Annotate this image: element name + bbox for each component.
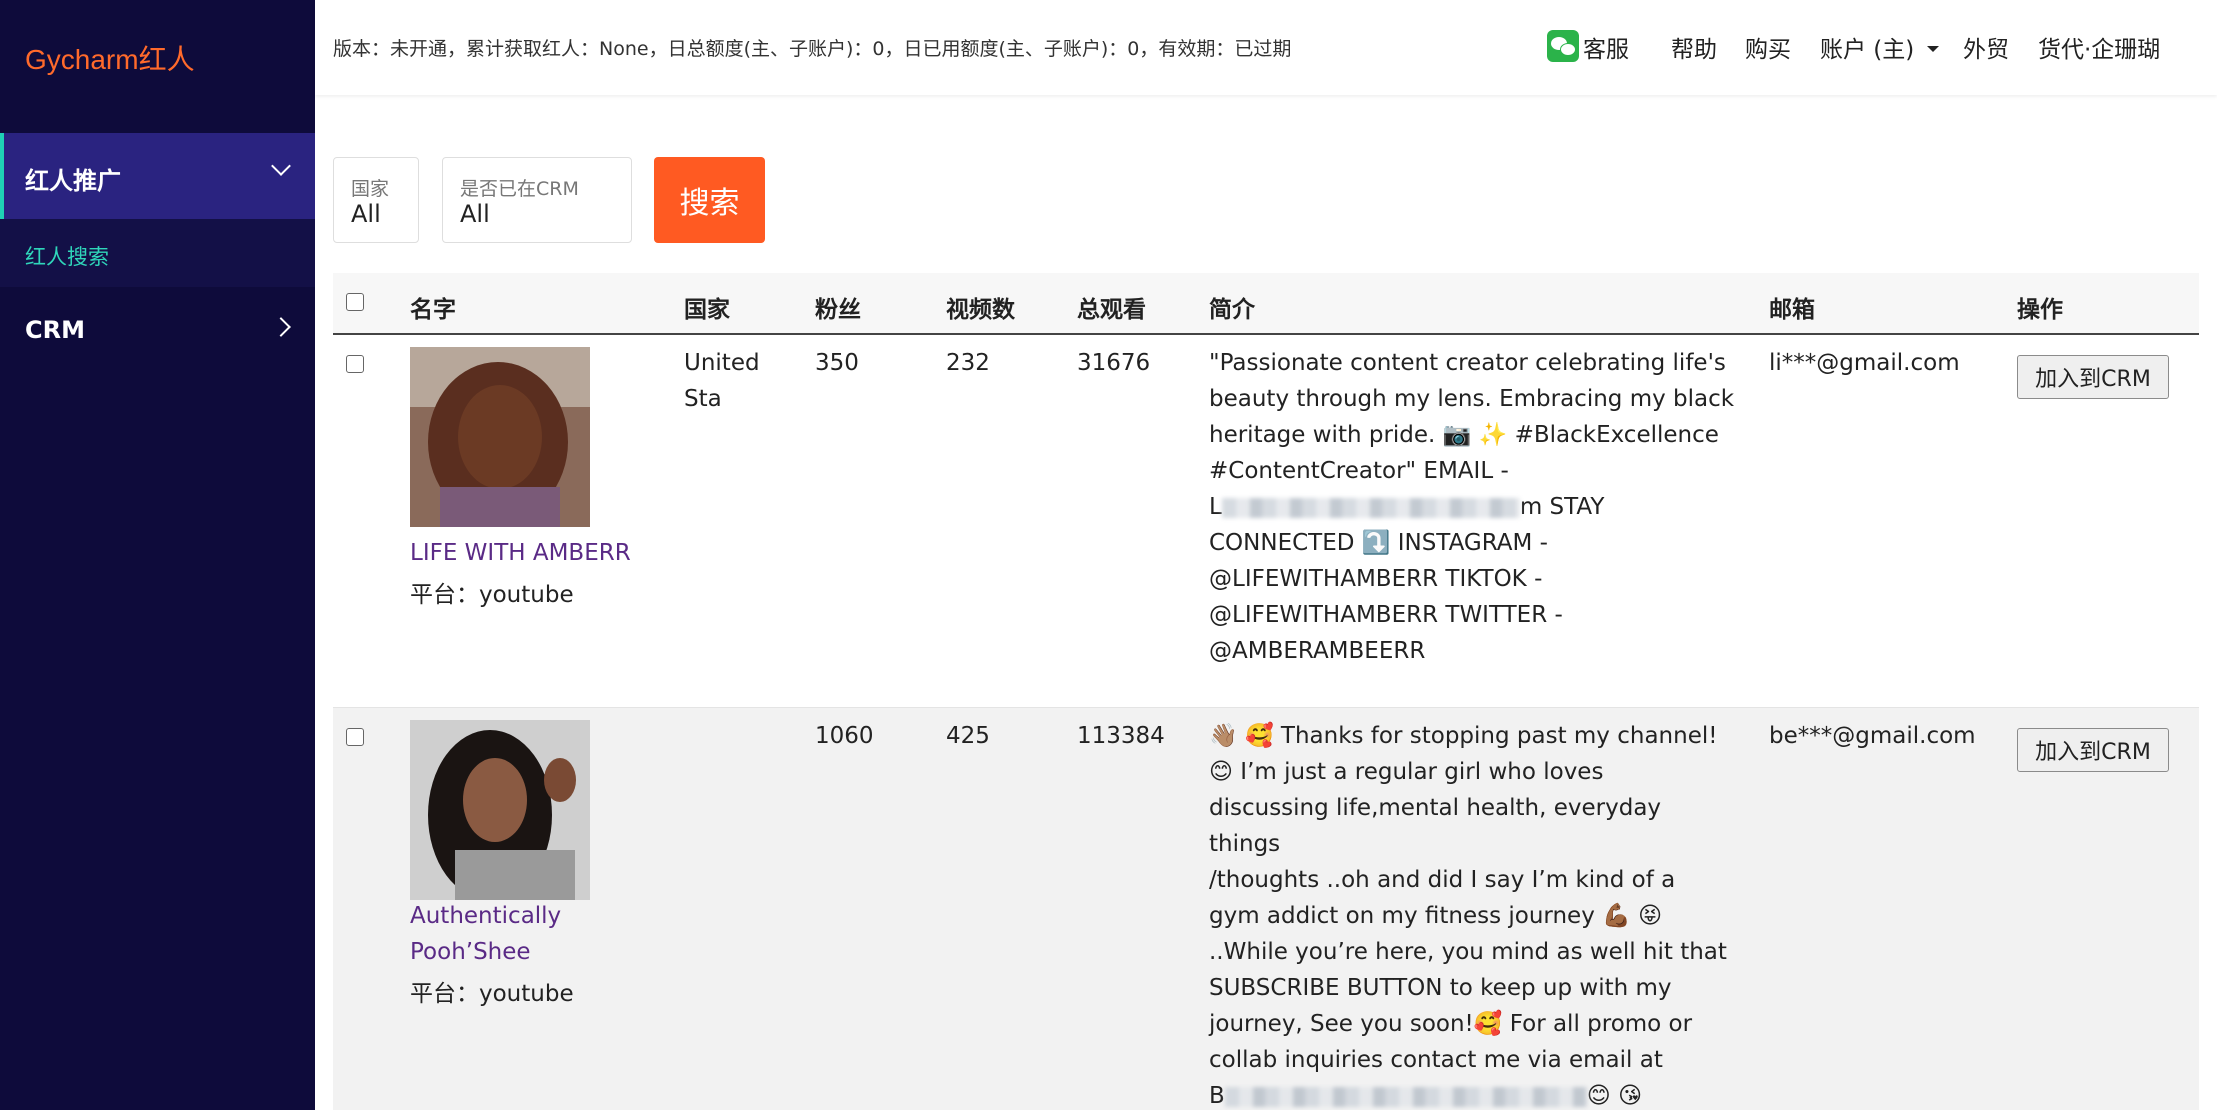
sidebar-item-label: 红人搜索: [25, 245, 109, 269]
nav-foreign-trade[interactable]: 外贸: [1963, 30, 2009, 64]
header-name: 名字: [410, 297, 456, 323]
row-checkbox[interactable]: [346, 355, 364, 373]
brand-logo[interactable]: Gycharm红人: [25, 38, 195, 78]
email-cell: be***@gmail.com: [1769, 723, 1976, 749]
table-row: Authentically Pooh’Shee 平台：youtube 1060 …: [333, 708, 2199, 1110]
avatar[interactable]: [410, 720, 590, 900]
redacted-email-blur: [1221, 497, 1520, 518]
header-bio: 简介: [1209, 297, 1255, 323]
account-status-text: 版本：未开通，累计获取红人：None，日总额度(主、子账户)：0，日已用额度(主…: [333, 38, 1292, 60]
header-views: 总观看: [1077, 297, 1146, 323]
add-to-crm-button[interactable]: 加入到CRM: [2017, 728, 2169, 772]
bio-text-start: L: [1209, 494, 1222, 520]
avatar[interactable]: [410, 347, 590, 527]
bio-text-start: B: [1209, 1083, 1225, 1109]
redacted-email-blur: [1224, 1086, 1587, 1107]
fans-cell: 350: [815, 350, 859, 376]
table-header: 名字 国家 粉丝 视频数 总观看 简介 邮箱 操作: [333, 273, 2199, 335]
country-select-label: 国家: [351, 178, 390, 200]
bio-text: "Passionate content creator celebrating …: [1209, 350, 1735, 484]
table-row: LIFE WITH AMBERR 平台：youtube United Sta 3…: [333, 335, 2199, 708]
platform-label: 平台：youtube: [410, 582, 574, 608]
header-country: 国家: [684, 297, 730, 323]
chevron-right-icon: [271, 317, 291, 337]
in-crm-select-label: 是否已在CRM: [460, 178, 579, 200]
sidebar: Gycharm红人 红人推广 红人搜索 CRM: [0, 0, 315, 1110]
header-email: 邮箱: [1769, 297, 1815, 323]
views-cell: 113384: [1077, 723, 1165, 749]
videos-cell: 425: [946, 723, 990, 749]
sidebar-group-label: 红人推广: [25, 167, 121, 195]
row-checkbox[interactable]: [346, 728, 364, 746]
sidebar-item-influencer-search[interactable]: 红人搜索: [0, 219, 315, 287]
nav-customer-service[interactable]: 客服: [1583, 30, 1629, 64]
bio-cell: "Passionate content creator celebrating …: [1209, 345, 1739, 669]
bio-text: 👋🏽 🥰 Thanks for stopping past my channel…: [1209, 723, 1727, 1073]
caret-down-icon: [1927, 46, 1939, 52]
search-button[interactable]: 搜索: [654, 157, 765, 243]
views-cell: 31676: [1077, 350, 1151, 376]
bio-text-end: 😊 😘: [1586, 1083, 1643, 1109]
influencer-name-link[interactable]: LIFE WITH AMBERR: [410, 535, 631, 571]
sidebar-group-influencer[interactable]: 红人推广: [0, 133, 315, 219]
nav-account-dropdown[interactable]: 账户 (主): [1820, 30, 1914, 64]
in-crm-select-value: All: [460, 200, 490, 228]
add-to-crm-button[interactable]: 加入到CRM: [2017, 355, 2169, 399]
platform-label: 平台：youtube: [410, 981, 574, 1007]
top-bar: 版本：未开通，累计获取红人：None，日总额度(主、子账户)：0，日已用额度(主…: [315, 0, 2217, 95]
sidebar-group-crm[interactable]: CRM: [0, 290, 315, 370]
country-cell: United Sta: [684, 350, 760, 412]
header-videos: 视频数: [946, 297, 1015, 323]
header-action: 操作: [2017, 297, 2063, 323]
nav-buy[interactable]: 购买: [1745, 30, 1791, 64]
country-select[interactable]: 国家 All: [333, 157, 419, 243]
bio-text-mid: m STAY: [1519, 494, 1605, 520]
nav-freight-agency[interactable]: 货代·企珊瑚: [2038, 30, 2160, 64]
chevron-down-icon: [271, 156, 291, 176]
nav-help[interactable]: 帮助: [1671, 30, 1717, 64]
select-all-checkbox[interactable]: [346, 293, 364, 311]
influencer-table: 名字 国家 粉丝 视频数 总观看 简介 邮箱 操作 LIFE WITH AMBE…: [333, 273, 2199, 1110]
bio-text-end: CONNECTED ⤵️ INSTAGRAM - @LIFEWITHAMBERR…: [1209, 530, 1563, 664]
videos-cell: 232: [946, 350, 990, 376]
country-select-value: All: [351, 200, 381, 228]
bio-cell: 👋🏽 🥰 Thanks for stopping past my channel…: [1209, 718, 1739, 1110]
email-cell: li***@gmail.com: [1769, 350, 1960, 376]
header-fans: 粉丝: [815, 297, 861, 323]
influencer-name-link[interactable]: Authentically Pooh’Shee: [410, 898, 561, 970]
sidebar-group-label: CRM: [25, 316, 85, 344]
fans-cell: 1060: [815, 723, 874, 749]
in-crm-select[interactable]: 是否已在CRM All: [442, 157, 632, 243]
wechat-icon[interactable]: [1547, 30, 1579, 62]
